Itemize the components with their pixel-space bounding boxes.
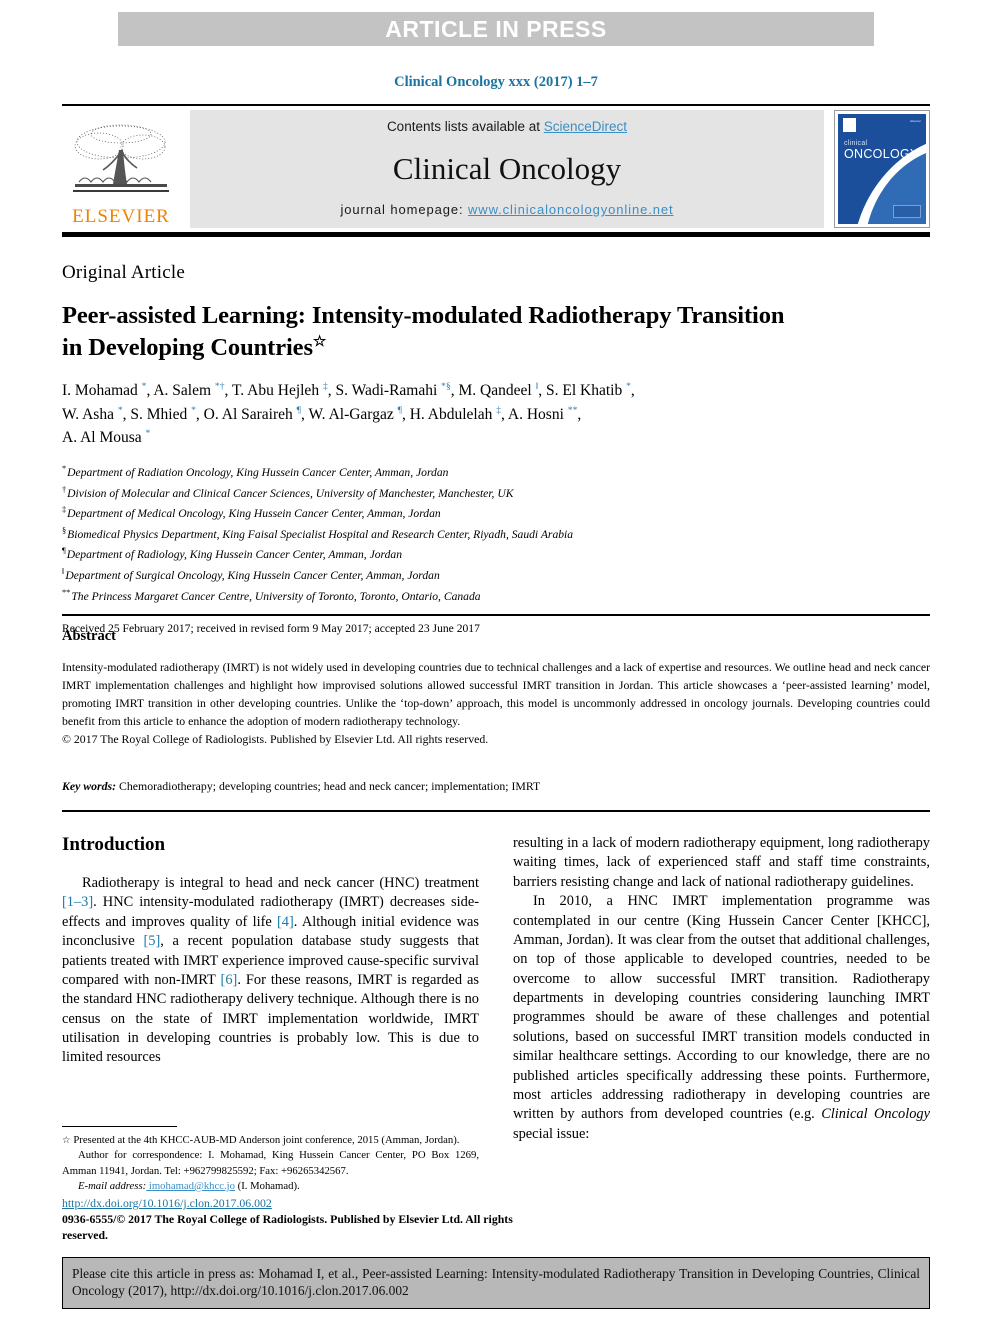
- title-line-2: in Developing Countries: [62, 333, 313, 361]
- abstract-section: Abstract Intensity-modulated radiotherap…: [62, 614, 930, 812]
- body-paragraph-right-1: resulting in a lack of modern radiothera…: [513, 835, 930, 890]
- doi-link[interactable]: http://dx.doi.org/10.1016/j.clon.2017.06…: [62, 1196, 532, 1211]
- article-in-press-band: ARTICLE IN PRESS: [118, 12, 874, 46]
- affiliation-mark: §: [62, 525, 67, 535]
- affiliation-text: The Princess Margaret Cancer Centre, Uni…: [71, 589, 481, 603]
- keywords-line: Key words: Chemoradiotherapy; developing…: [62, 779, 930, 794]
- article-in-press-label: ARTICLE IN PRESS: [385, 15, 607, 42]
- elsevier-logo: ELSEVIER: [62, 110, 180, 228]
- body-column-right: resulting in a lack of modern radiothera…: [513, 834, 930, 1194]
- title-footnote-mark: ☆: [312, 332, 327, 350]
- footnote-email-link[interactable]: imohamad@khcc.jo: [146, 1180, 235, 1192]
- body-paragraph-right-2: In 2010, a HNC IMRT implementation progr…: [513, 893, 930, 1142]
- body-column-left: Introduction Radiotherapy is integral to…: [62, 834, 479, 1194]
- affiliation-item: ‡Department of Medical Oncology, King Hu…: [62, 503, 930, 524]
- affiliation-item: ¶Department of Radiology, King Hussein C…: [62, 544, 930, 565]
- affiliation-mark: ‖: [62, 567, 65, 577]
- affiliation-text: Biomedical Physics Department, King Fais…: [67, 527, 574, 541]
- article-header: Original Article Peer-assisted Learning:…: [62, 262, 930, 635]
- elsevier-tree-icon: [73, 124, 169, 192]
- cover-title-big: ONCOLOGY: [844, 147, 919, 161]
- abstract-copyright: © 2017 The Royal College of Radiologists…: [62, 731, 489, 746]
- affiliation-mark: ‡: [62, 505, 67, 515]
- footnote-conference: ☆ Presented at the 4th KHCC-AUB-MD Ander…: [62, 1133, 479, 1148]
- page-title: Peer-assisted Learning: Intensity-modula…: [62, 300, 930, 363]
- journal-title: Clinical Oncology: [392, 150, 622, 186]
- elsevier-wordmark: ELSEVIER: [72, 206, 170, 227]
- footnote-correspondence: Author for correspondence: I. Mohamad, K…: [62, 1149, 479, 1177]
- affiliation-item: §Biomedical Physics Department, King Fai…: [62, 524, 930, 545]
- affiliation-item: ‖Department of Surgical Oncology, King H…: [62, 565, 930, 586]
- abstract-text: Intensity-modulated radiotherapy (IMRT) …: [62, 659, 930, 749]
- abstract-heading: Abstract: [62, 628, 116, 644]
- keywords-value: Chemoradiotherapy; developing countries;…: [116, 778, 541, 793]
- article-body: Introduction Radiotherapy is integral to…: [62, 834, 930, 1194]
- cover-elsevier-mark-icon: [843, 118, 856, 132]
- footnote-email: E-mail address: imohamad@khcc.jo (I. Moh…: [62, 1179, 479, 1194]
- footnote-conference-text: Presented at the 4th KHCC-AUB-MD Anderso…: [70, 1134, 460, 1147]
- affiliation-text: Department of Radiation Oncology, King H…: [67, 465, 449, 479]
- affiliation-text: Department of Medical Oncology, King Hus…: [67, 507, 441, 521]
- author-list: I. Mohamad *, A. Salem *†, T. Abu Hejleh…: [62, 381, 635, 447]
- masthead-top-rule: [62, 104, 930, 106]
- affiliation-mark: ¶: [62, 546, 66, 556]
- affiliation-text: Department of Surgical Oncology, King Hu…: [65, 568, 440, 582]
- abstract-paragraph: Intensity-modulated radiotherapy (IMRT) …: [62, 660, 930, 728]
- footnote-email-suffix: (I. Mohamad).: [234, 1179, 300, 1192]
- affiliation-mark: *: [62, 463, 67, 473]
- affiliation-text: Division of Molecular and Clinical Cance…: [67, 486, 514, 500]
- issn-copyright-line: 0936-6555/© 2017 The Royal College of Ra…: [62, 1212, 513, 1243]
- journal-homepage-line: journal homepage: www.clinicaloncologyon…: [341, 202, 674, 217]
- abstract-bottom-rule: [62, 809, 930, 812]
- contents-box: Contents lists available at ScienceDirec…: [190, 110, 824, 228]
- footer-doi-block: http://dx.doi.org/10.1016/j.clon.2017.06…: [62, 1196, 532, 1244]
- sciencedirect-link[interactable]: ScienceDirect: [544, 119, 627, 134]
- journal-cover-thumbnail[interactable]: Elsevier clinical ONCOLOGY: [834, 110, 930, 228]
- masthead-bottom-rule: [62, 232, 930, 237]
- affiliation-item: *Department of Radiation Oncology, King …: [62, 462, 930, 483]
- contents-prefix: Contents lists available at: [386, 119, 544, 134]
- abstract-top-rule: [62, 614, 930, 616]
- keywords-label: Key words:: [62, 778, 117, 793]
- footnote-email-label: E-mail address:: [78, 1179, 147, 1192]
- cover-badge-icon: [893, 205, 921, 218]
- footnote-block: ☆ Presented at the 4th KHCC-AUB-MD Ander…: [62, 1126, 479, 1194]
- intro-paragraph-left: Radiotherapy is integral to head and nec…: [62, 875, 479, 1066]
- homepage-prefix: journal homepage:: [340, 202, 468, 217]
- cite-this-article-box: Please cite this article in press as: Mo…: [62, 1257, 930, 1309]
- affiliation-mark: †: [62, 484, 67, 494]
- affiliation-item: †Division of Molecular and Clinical Canc…: [62, 483, 930, 504]
- contents-list-line: Contents lists available at ScienceDirec…: [387, 119, 627, 134]
- footnote-rule: [62, 1126, 177, 1128]
- cite-this-article-text: Please cite this article in press as: Mo…: [72, 1266, 920, 1299]
- journal-homepage-link[interactable]: www.clinicaloncologyonline.net: [468, 202, 674, 217]
- cover-corner-text: Elsevier: [910, 119, 921, 123]
- journal-masthead: ELSEVIER Contents lists available at Sci…: [62, 104, 930, 237]
- affiliation-list: *Department of Radiation Oncology, King …: [62, 462, 930, 606]
- article-type-label: Original Article: [62, 262, 185, 283]
- affiliation-mark: **: [62, 587, 71, 597]
- title-line-1: Peer-assisted Learning: Intensity-modula…: [62, 302, 785, 330]
- footnote-star-icon: ☆: [62, 1135, 71, 1147]
- running-citation: Clinical Oncology xxx (2017) 1–7: [394, 74, 598, 90]
- affiliation-text: Department of Radiology, King Hussein Ca…: [66, 548, 403, 562]
- affiliation-item: **The Princess Margaret Cancer Centre, U…: [62, 586, 930, 607]
- section-heading-introduction: Introduction: [62, 834, 166, 855]
- cover-title-small: clinical: [844, 140, 868, 147]
